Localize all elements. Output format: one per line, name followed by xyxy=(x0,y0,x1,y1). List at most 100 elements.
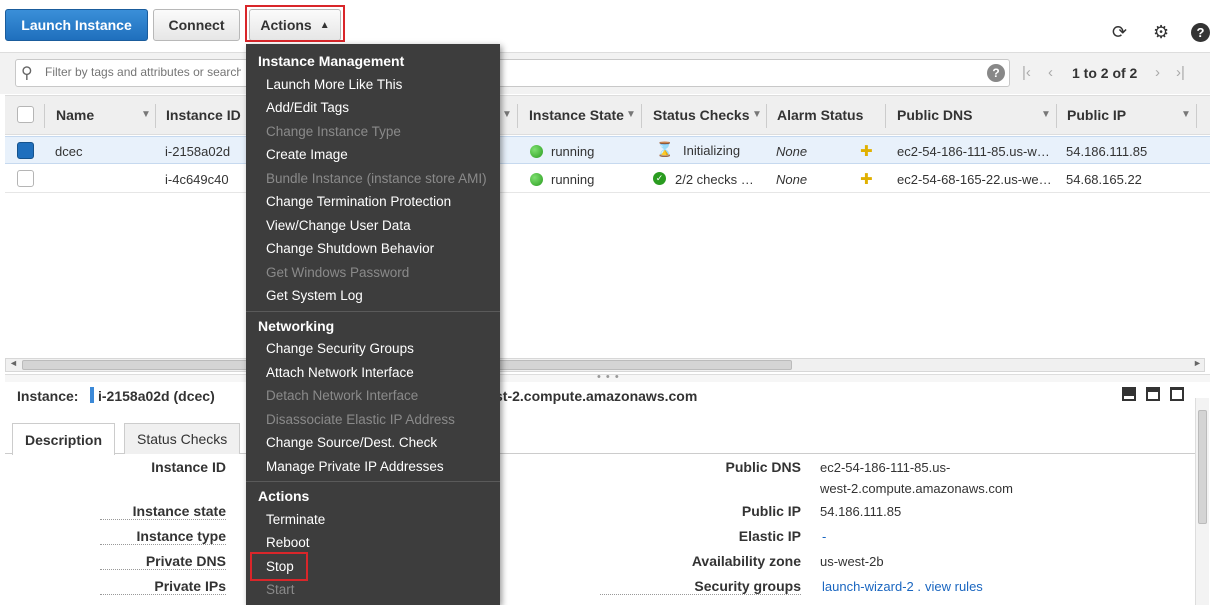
refresh-icon[interactable]: ⟳ xyxy=(1112,22,1127,43)
menu-item-reboot[interactable]: Reboot xyxy=(266,535,310,550)
link-security-group[interactable]: launch-wizard-2 . xyxy=(822,579,921,594)
sort-caret-icon[interactable]: ▼ xyxy=(502,109,512,120)
value-public-dns-line2: west-2.compute.amazonaws.com xyxy=(820,481,1013,496)
last-page-icon[interactable]: ›| xyxy=(1176,64,1185,81)
create-alarm-icon[interactable]: ✚ xyxy=(860,170,873,188)
column-instance-state[interactable]: Instance State xyxy=(529,107,624,123)
menu-item[interactable]: View/Change User Data xyxy=(266,218,411,233)
column-name[interactable]: Name xyxy=(56,107,94,123)
menu-item-disabled: Detach Network Interface xyxy=(266,388,419,403)
pane-splitter[interactable]: • • • xyxy=(5,371,1210,383)
instance-value: i-2158a02d (dcec) xyxy=(98,388,215,404)
menu-item[interactable]: Launch More Like This xyxy=(266,77,402,92)
column-instance-id[interactable]: Instance ID xyxy=(166,107,241,123)
menu-item[interactable]: Manage Private IP Addresses xyxy=(266,459,444,474)
label-private-dns: Private DNS xyxy=(100,553,226,570)
cell-alarm: None xyxy=(776,144,808,159)
help-circle-icon[interactable]: ? xyxy=(987,64,1005,82)
cell-public-ip: 54.186.111.85 xyxy=(1066,144,1148,159)
pane-layout-half-icon[interactable] xyxy=(1146,387,1160,401)
menu-item[interactable]: Change Source/Dest. Check xyxy=(266,435,437,450)
create-alarm-icon[interactable]: ✚ xyxy=(860,142,873,160)
sort-caret-icon[interactable]: ▼ xyxy=(752,109,762,120)
check-circle-icon: ✓ xyxy=(653,172,666,185)
connect-button[interactable]: Connect xyxy=(153,9,240,41)
label-instance-type: Instance type xyxy=(100,528,226,545)
menu-item[interactable]: Change Security Groups xyxy=(266,341,414,356)
value-elastic-ip: - xyxy=(822,529,827,544)
tab-status-checks[interactable]: Status Checks xyxy=(124,423,241,454)
menu-item[interactable]: Change Shutdown Behavior xyxy=(266,241,434,256)
help-icon[interactable]: ? xyxy=(1191,23,1210,42)
column-divider xyxy=(1056,104,1057,128)
tab-description[interactable]: Description xyxy=(12,423,116,455)
cell-state: running xyxy=(551,172,595,187)
running-status-icon xyxy=(530,173,543,186)
cell-instance-id: i-2158a02d xyxy=(165,144,231,159)
cell-public-dns: ec2-54-68-165-22.us-we… xyxy=(897,172,1052,187)
table-row[interactable]: dcec i-2158a02d running ⌛ Initializing N… xyxy=(5,136,1210,164)
table-header: Name ▼ Instance ID ▼ Instance State ▼ St… xyxy=(5,95,1210,135)
row-checkbox[interactable] xyxy=(17,142,34,159)
table-row[interactable]: i-4c649c40 running ✓ 2/2 checks … None ✚… xyxy=(5,165,1210,193)
menu-item-disabled: Get Windows Password xyxy=(266,265,410,280)
pane-layout-full-icon[interactable] xyxy=(1170,387,1184,401)
gear-icon[interactable]: ⚙ xyxy=(1153,22,1169,43)
label-security-groups: Security groups xyxy=(600,578,801,595)
column-status-checks[interactable]: Status Checks xyxy=(653,107,749,123)
value-public-ip: 54.186.111.85 xyxy=(820,504,902,519)
column-public-dns[interactable]: Public DNS xyxy=(897,107,972,123)
detail-tabs: Description Status Checks xyxy=(5,420,1195,455)
menu-section-actions: Actions xyxy=(258,488,310,504)
cell-state: running xyxy=(551,144,595,159)
value-availability-zone: us-west-2b xyxy=(820,554,884,569)
menu-item-start: Start xyxy=(266,582,295,597)
actions-highlight xyxy=(245,5,345,42)
scroll-left-icon[interactable]: ◄ xyxy=(9,358,18,368)
pane-layout-bottom-icon[interactable] xyxy=(1122,387,1136,401)
sort-caret-icon[interactable]: ▼ xyxy=(1181,109,1191,120)
menu-item[interactable]: Attach Network Interface xyxy=(266,365,414,380)
vertical-scrollbar[interactable] xyxy=(1195,398,1209,605)
actions-dropdown-menu: Instance Management Launch More Like Thi… xyxy=(246,44,500,605)
filter-bar: ⚲ ? |‹ ‹ 1 to 2 of 2 › ›| xyxy=(0,52,1210,94)
column-alarm-status[interactable]: Alarm Status xyxy=(777,107,863,123)
column-public-ip[interactable]: Public IP xyxy=(1067,107,1126,123)
column-divider xyxy=(155,104,156,128)
sort-caret-icon[interactable]: ▼ xyxy=(1041,109,1051,120)
menu-section-networking: Networking xyxy=(258,318,335,334)
menu-item[interactable]: Add/Edit Tags xyxy=(266,100,349,115)
scrollbar-thumb[interactable] xyxy=(1198,410,1207,524)
search-input[interactable] xyxy=(43,64,243,80)
label-public-dns: Public DNS xyxy=(725,459,801,475)
scroll-right-icon[interactable]: ► xyxy=(1193,358,1202,368)
sort-caret-icon[interactable]: ▼ xyxy=(141,109,151,120)
horizontal-scrollbar[interactable]: ◄ ► xyxy=(5,358,1205,372)
menu-item-disabled: Disassociate Elastic IP Address xyxy=(266,412,455,427)
launch-instance-button[interactable]: Launch Instance xyxy=(5,9,148,41)
cell-public-ip: 54.68.165.22 xyxy=(1066,172,1142,187)
menu-item-disabled: Change Instance Type xyxy=(266,124,401,139)
menu-divider xyxy=(246,481,500,482)
menu-item[interactable]: Change Termination Protection xyxy=(266,194,451,209)
menu-item[interactable]: Get System Log xyxy=(266,288,363,303)
stop-highlight xyxy=(250,552,308,581)
column-divider xyxy=(641,104,642,128)
search-box[interactable]: ⚲ ? xyxy=(15,59,1010,87)
first-page-icon[interactable]: |‹ xyxy=(1022,64,1031,81)
row-checkbox[interactable] xyxy=(17,170,34,187)
running-status-icon xyxy=(530,145,543,158)
select-all-checkbox[interactable] xyxy=(17,106,34,123)
toolbar: Launch Instance Connect Actions ▲ ⟳ ⚙ ? xyxy=(0,0,1210,50)
sort-caret-icon[interactable]: ▼ xyxy=(626,109,636,120)
menu-item-terminate[interactable]: Terminate xyxy=(266,512,325,527)
menu-item[interactable]: Create Image xyxy=(266,147,348,162)
next-page-icon[interactable]: › xyxy=(1155,64,1160,81)
label-public-ip: Public IP xyxy=(741,503,801,519)
value-public-dns-line1: ec2-54-186-111-85.us- xyxy=(820,460,951,475)
label-elastic-ip: Elastic IP xyxy=(738,528,801,544)
link-view-rules[interactable]: view rules xyxy=(925,579,983,594)
prev-page-icon[interactable]: ‹ xyxy=(1048,64,1053,81)
cell-status: 2/2 checks … xyxy=(675,172,754,187)
cell-name: dcec xyxy=(55,144,83,159)
